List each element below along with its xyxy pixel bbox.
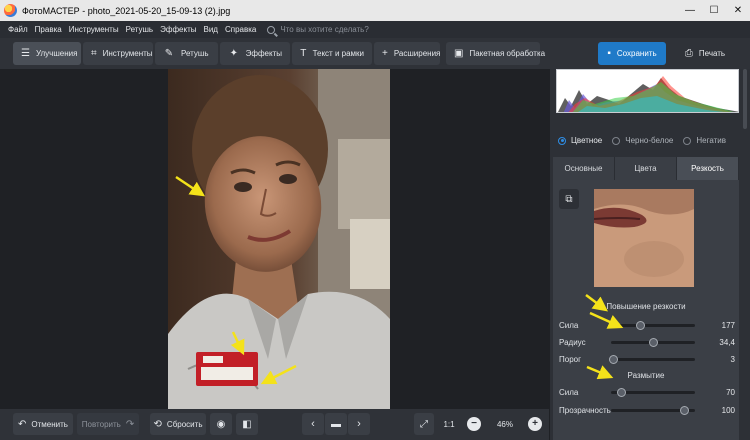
- zoom-preview: [594, 189, 694, 287]
- bottom-bar: ↶ Отменить Повторить ↷ ⟲ Сбросить ◉ ◧ ‹ ▬ ›…: [0, 409, 549, 440]
- sharpen-radius-slider[interactable]: Радиус 34,4: [559, 337, 735, 347]
- compare-icon: ⧉: [565, 193, 573, 205]
- reset-button[interactable]: ⟲ Сбросить: [150, 413, 206, 435]
- search-icon: [267, 25, 276, 34]
- tab-extensions[interactable]: + Расширения: [374, 42, 440, 65]
- histogram: [556, 69, 739, 113]
- command-search[interactable]: Что вы хотите сделать?: [267, 25, 369, 34]
- menu-help[interactable]: Справка: [225, 25, 256, 34]
- mode-bw-radio[interactable]: Черно-белое: [612, 136, 673, 145]
- preview-image: [594, 189, 694, 287]
- print-button[interactable]: ⎙ Печать: [670, 42, 740, 65]
- title-bar: ФотоМАСТЕР - photo_2021-05-20_15-09-13 (…: [0, 0, 750, 21]
- slider-knob[interactable]: [680, 406, 690, 415]
- redo-icon: ↷: [125, 418, 135, 430]
- window-title: ФотоМАСТЕР - photo_2021-05-20_15-09-13 (…: [22, 5, 231, 16]
- slider-knob[interactable]: [617, 388, 627, 397]
- fit-screen-icon: ⤢: [420, 418, 428, 430]
- blur-opacity-slider[interactable]: Прозрачность 100: [559, 405, 735, 415]
- brush-icon: ✎: [164, 48, 174, 59]
- menu-file[interactable]: Файл: [8, 25, 28, 34]
- next-image-button[interactable]: ›: [348, 413, 370, 435]
- menu-retouch[interactable]: Ретушь: [126, 25, 154, 34]
- zoom-level: 46%: [496, 419, 513, 429]
- tab-text-frames[interactable]: T Текст и рамки: [292, 42, 372, 65]
- image-canvas[interactable]: [0, 69, 549, 409]
- save-button[interactable]: ▪ Сохранить: [598, 42, 666, 65]
- tab-effects[interactable]: ✦ Эффекты: [220, 42, 290, 65]
- tab-sharpness[interactable]: Резкость: [677, 157, 739, 180]
- undo-button[interactable]: ↶ Отменить: [13, 413, 73, 435]
- main-toolbar: ☰ Улучшения ⌗ Инструменты ✎ Ретушь ✦ Эффекты…: [0, 38, 750, 69]
- histogram-graph: [558, 76, 738, 112]
- blur-strength-slider[interactable]: Сила 70: [559, 387, 735, 397]
- slider-knob[interactable]: [648, 338, 658, 347]
- slider-knob[interactable]: [635, 321, 645, 330]
- chevron-right-icon: ›: [357, 418, 361, 430]
- fit-to-screen-button[interactable]: ⤢: [414, 413, 434, 435]
- search-input[interactable]: Что вы хотите сделать?: [280, 25, 368, 34]
- mode-negative-radio[interactable]: Негатив: [683, 136, 726, 145]
- chevron-left-icon: ‹: [311, 418, 315, 430]
- mode-color-radio[interactable]: Цветное: [558, 136, 602, 145]
- sharpness-settings: ⧉ Повышение резкости Сила 177 Радиус 34,…: [553, 180, 739, 440]
- magic-wand-icon: ✦: [229, 48, 238, 59]
- app-logo-icon: [4, 4, 17, 17]
- tab-colors[interactable]: Цвета: [615, 157, 677, 180]
- before-after-button[interactable]: ⧉: [559, 189, 579, 209]
- batch-icon: ▣: [454, 48, 464, 59]
- folder-icon: ▬: [331, 418, 341, 430]
- menu-edit[interactable]: Правка: [35, 25, 62, 34]
- reset-icon: ⟲: [153, 418, 162, 430]
- batch-processing-button[interactable]: ▣ Пакетная обработка: [446, 42, 545, 65]
- tab-basic[interactable]: Основные: [553, 157, 615, 180]
- text-icon: T: [300, 48, 307, 59]
- sharpen-group-title: Повышение резкости: [606, 302, 686, 311]
- plus-icon: +: [382, 48, 388, 59]
- tab-retouch[interactable]: ✎ Ретушь: [155, 42, 218, 65]
- minus-icon: −: [471, 418, 477, 429]
- slider-knob[interactable]: [609, 355, 619, 364]
- actual-size-button[interactable]: 1:1: [438, 413, 460, 435]
- open-folder-button[interactable]: ▬: [325, 413, 347, 435]
- zoom-in-button[interactable]: +: [528, 417, 542, 431]
- photo[interactable]: [168, 69, 390, 409]
- photo-illustration: [168, 69, 390, 409]
- redo-button[interactable]: Повторить ↷: [77, 413, 139, 435]
- undo-icon: ↶: [18, 418, 27, 430]
- crop-icon: ⌗: [91, 48, 97, 59]
- menu-bar: Файл Правка Инструменты Ретушь Эффекты В…: [0, 21, 750, 38]
- panel-scrollbar[interactable]: [743, 69, 747, 129]
- preview-toggle-button[interactable]: ◉: [210, 413, 232, 435]
- tab-tools[interactable]: ⌗ Инструменты: [83, 42, 153, 65]
- minimize-button[interactable]: —: [678, 0, 702, 21]
- sharpen-strength-slider[interactable]: Сила 177: [559, 320, 735, 330]
- close-button[interactable]: ✕: [726, 0, 750, 21]
- menu-tools[interactable]: Инструменты: [69, 25, 119, 34]
- save-icon: ▪: [607, 48, 611, 59]
- split-view-icon: ◧: [242, 418, 252, 430]
- sliders-icon: ☰: [21, 48, 30, 59]
- panel-tabs: Основные Цвета Резкость: [553, 157, 739, 180]
- settings-panel: Цветное Черно-белое Негатив Основные Цве…: [549, 69, 750, 440]
- previous-image-button[interactable]: ‹: [302, 413, 324, 435]
- color-mode-group: Цветное Черно-белое Негатив: [558, 136, 736, 145]
- blur-group-title: Размытие: [627, 371, 665, 380]
- eye-icon: ◉: [216, 418, 226, 430]
- tab-enhancements[interactable]: ☰ Улучшения: [13, 42, 81, 65]
- printer-icon: ⎙: [684, 48, 693, 59]
- plus-icon: +: [532, 418, 538, 429]
- menu-effects[interactable]: Эффекты: [160, 25, 196, 34]
- maximize-button[interactable]: ☐: [702, 0, 726, 21]
- sharpen-threshold-slider[interactable]: Порог 3: [559, 354, 735, 364]
- menu-view[interactable]: Вид: [203, 25, 217, 34]
- zoom-out-button[interactable]: −: [467, 417, 481, 431]
- compare-button[interactable]: ◧: [236, 413, 258, 435]
